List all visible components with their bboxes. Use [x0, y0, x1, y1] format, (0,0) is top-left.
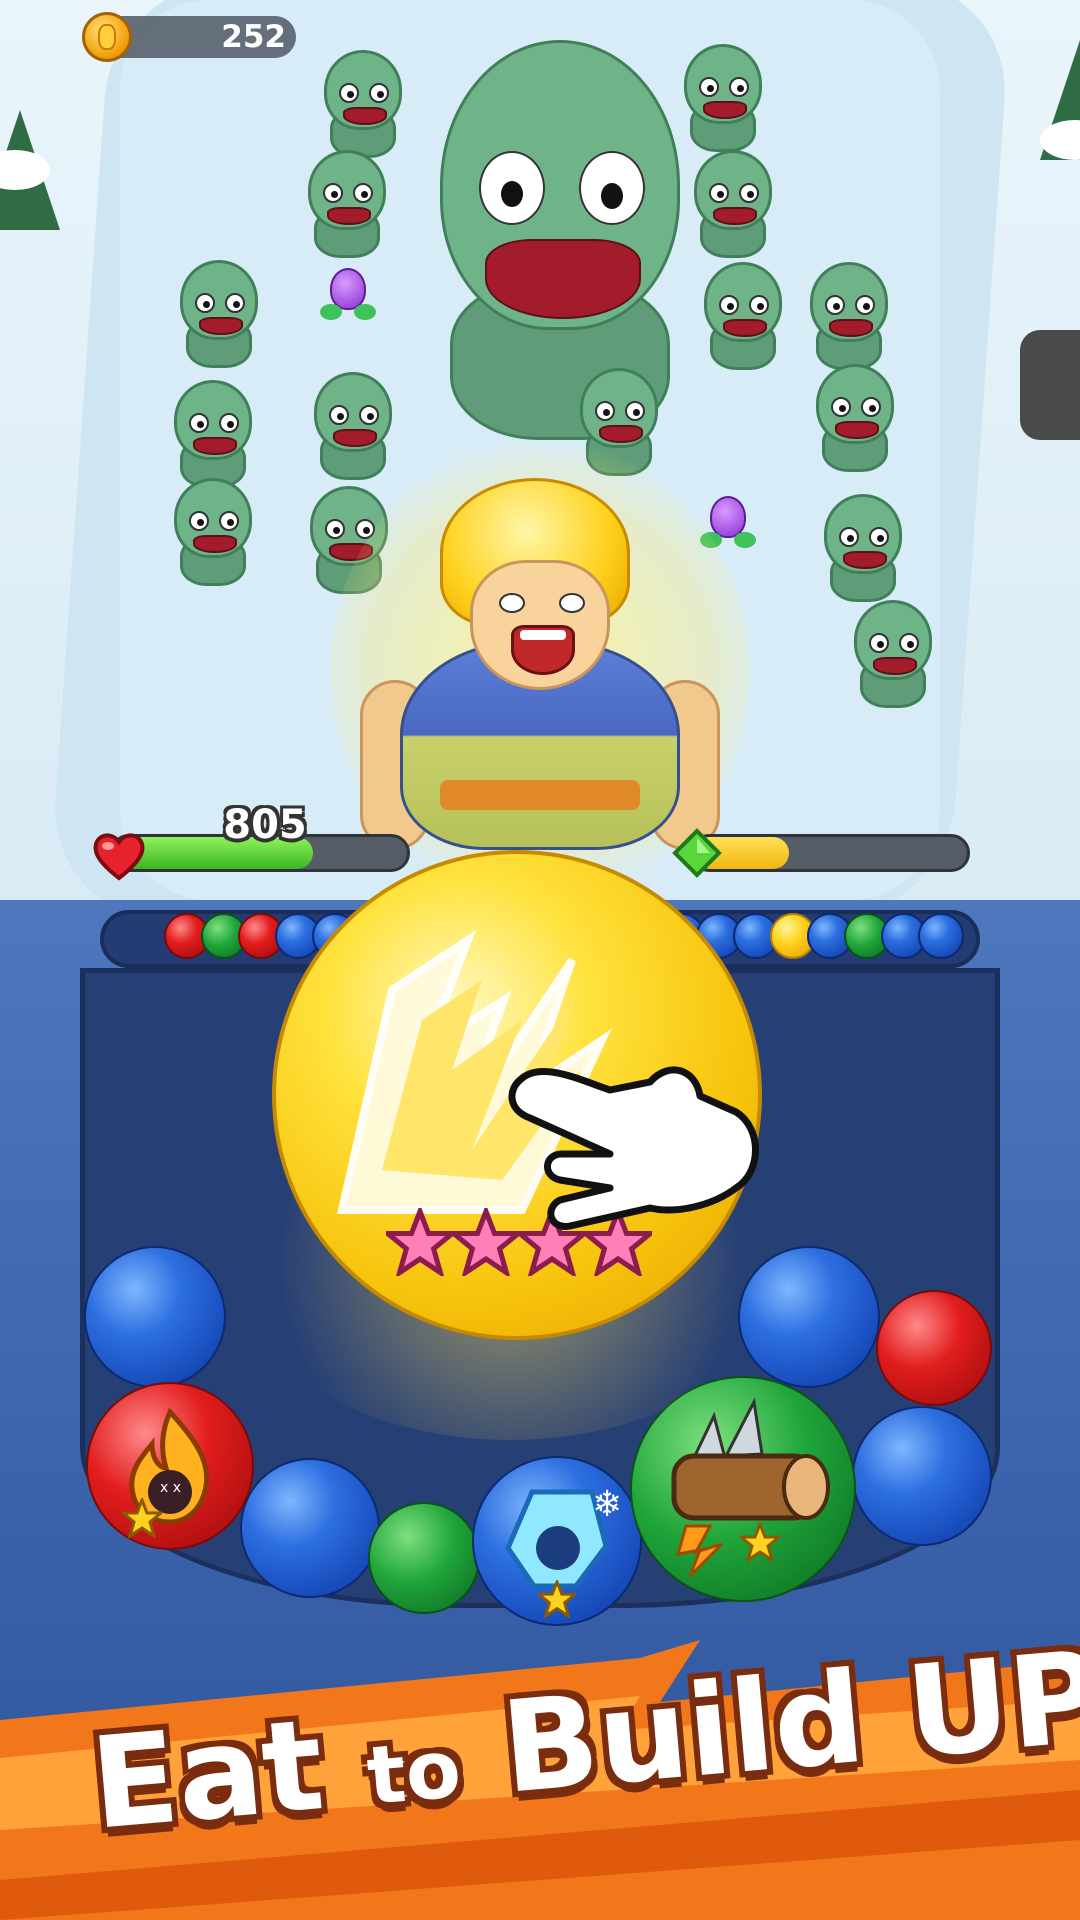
zombie — [310, 372, 396, 482]
blue-queue-ball — [918, 913, 964, 959]
zombie — [304, 150, 390, 260]
pink-star-icon — [386, 1208, 454, 1276]
hero-belt — [440, 780, 640, 810]
star-icon — [538, 1580, 576, 1618]
zombie — [806, 262, 892, 372]
headline-word: Eat — [85, 1691, 329, 1858]
health-value: 805 — [223, 802, 307, 848]
red-ball[interactable] — [876, 1290, 992, 1406]
fire-ball[interactable]: x x — [86, 1382, 254, 1550]
headline-word: Build UP! — [496, 1617, 1080, 1822]
svg-text:x x: x x — [160, 1480, 181, 1496]
zombie — [812, 364, 898, 474]
zombie — [680, 44, 766, 154]
zombie — [850, 600, 936, 710]
zombie — [176, 260, 262, 370]
zombie — [170, 380, 256, 490]
zombie — [690, 150, 776, 260]
ice-ball[interactable]: ❄ — [472, 1456, 642, 1626]
zombie — [170, 478, 256, 588]
hero-face — [470, 560, 610, 690]
flame-skull-icon: x x — [129, 1407, 210, 1525]
coin-icon — [82, 12, 132, 62]
blue-ball[interactable] — [852, 1406, 992, 1546]
svg-text:❄: ❄ — [592, 1484, 622, 1525]
heart-icon — [93, 833, 145, 881]
star-icon — [740, 1522, 780, 1562]
zombie — [700, 262, 786, 372]
zombie — [320, 50, 406, 160]
purple-plant — [320, 268, 376, 322]
green-ball[interactable] — [368, 1502, 480, 1614]
zombie — [820, 494, 906, 604]
blue-ball[interactable] — [240, 1458, 380, 1598]
star-icon — [122, 1498, 162, 1538]
coin-count: 252 — [221, 19, 286, 55]
headline-word: to — [363, 1722, 465, 1823]
blue-ball[interactable] — [84, 1246, 226, 1388]
snow-mound — [1020, 330, 1080, 440]
pointing-hand-icon — [508, 1066, 759, 1230]
